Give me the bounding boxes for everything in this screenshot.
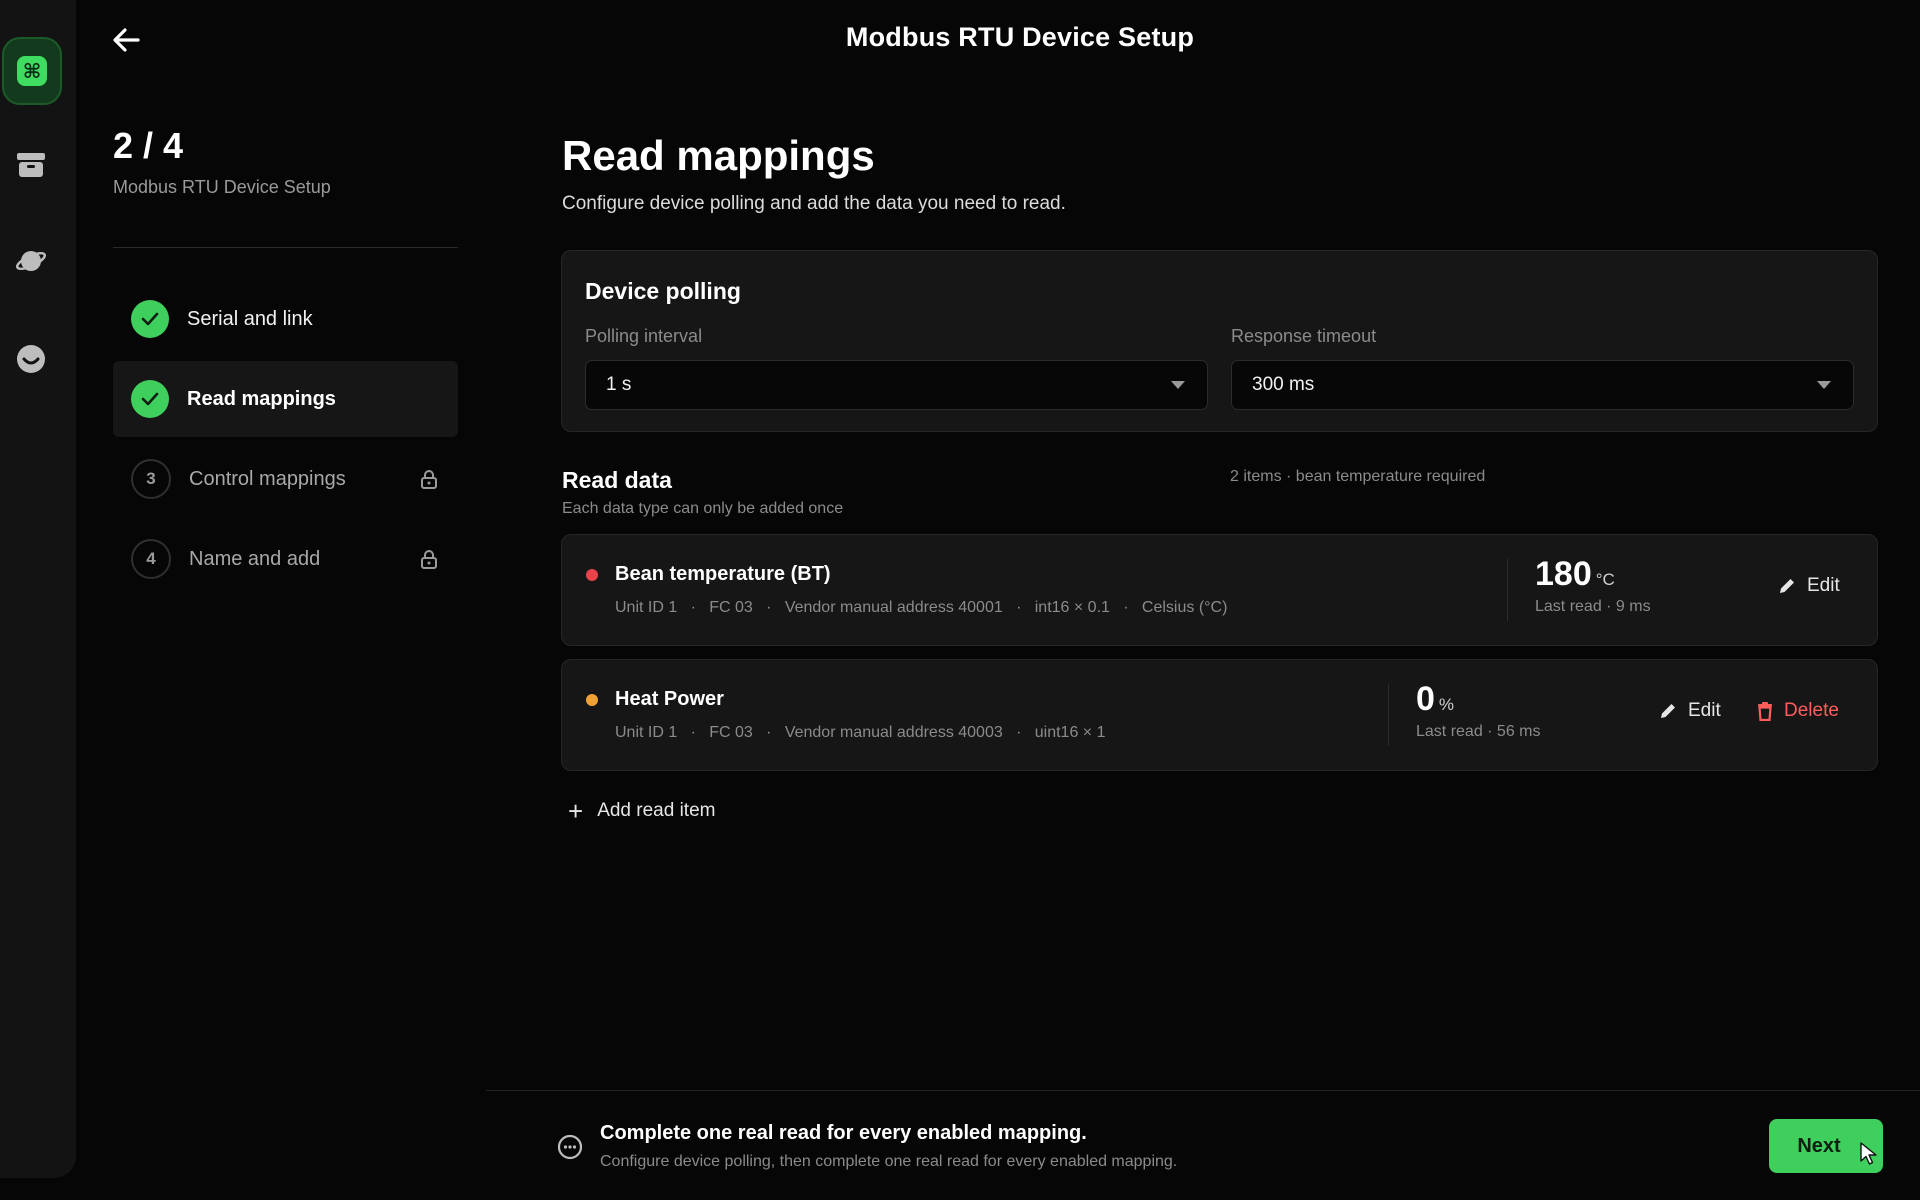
item-name: Heat Power bbox=[615, 688, 724, 710]
footer-title: Complete one real read for every enabled… bbox=[600, 1122, 1087, 1144]
edit-label: Edit bbox=[1688, 700, 1721, 721]
section-title: Device polling bbox=[585, 278, 741, 304]
step-number: 3 bbox=[131, 459, 171, 499]
select-value: 1 s bbox=[606, 374, 632, 395]
step-label: Read mappings bbox=[187, 387, 336, 410]
check-icon bbox=[131, 300, 169, 338]
read-item-bean-temperature: Bean temperature (BT) Unit ID 1 · FC 03 … bbox=[561, 534, 1878, 646]
section-subtitle: Each data type can only be added once bbox=[562, 500, 844, 517]
read-item-heat-power: Heat Power Unit ID 1 · FC 03 · Vendor ma… bbox=[561, 659, 1878, 771]
edit-icon bbox=[1661, 704, 1675, 718]
reading-unit: % bbox=[1438, 695, 1455, 714]
reading-unit: °C bbox=[1595, 570, 1615, 589]
status-dot bbox=[586, 694, 598, 706]
polling-interval-label: Polling interval bbox=[585, 326, 703, 346]
section-title: Read data bbox=[562, 467, 672, 493]
info-icon bbox=[557, 1134, 583, 1160]
last-read: Last read · 9 ms bbox=[1535, 598, 1651, 615]
item-detail: Unit ID 1 · FC 03 · Vendor manual addres… bbox=[615, 724, 1106, 741]
step-control-mappings[interactable]: 3 Control mappings bbox=[113, 441, 458, 517]
reading: 0% Last read · 56 ms bbox=[1416, 680, 1541, 741]
status-dot bbox=[586, 569, 598, 581]
device-polling-card: Device polling Polling interval 1 s Resp… bbox=[561, 250, 1878, 432]
chevron-down-icon bbox=[1817, 381, 1831, 389]
next-label: Next bbox=[1797, 1134, 1841, 1157]
add-label: Add read item bbox=[597, 800, 716, 821]
divider bbox=[113, 247, 458, 248]
trash-icon bbox=[1758, 702, 1772, 721]
reading-value: 180 bbox=[1535, 555, 1592, 593]
planet-icon[interactable] bbox=[14, 244, 48, 278]
lock-icon bbox=[421, 550, 437, 569]
step-name-and-add[interactable]: 4 Name and add bbox=[113, 521, 458, 597]
divider bbox=[486, 1090, 1920, 1091]
page-title: Read mappings bbox=[562, 132, 875, 179]
app-logo-icon: ⌘ bbox=[17, 56, 47, 86]
delete-label: Delete bbox=[1784, 700, 1839, 721]
edit-button[interactable]: Edit bbox=[1777, 575, 1840, 597]
check-icon bbox=[131, 380, 169, 418]
divider bbox=[1507, 559, 1508, 621]
edit-button[interactable]: Edit bbox=[1658, 700, 1721, 722]
items-count: 2 items · bean temperature required bbox=[1230, 468, 1486, 485]
page-subtitle: Configure device polling and add the dat… bbox=[562, 193, 1066, 214]
step-read-mappings[interactable]: Read mappings bbox=[113, 361, 458, 437]
footer-subtitle: Configure device polling, then complete … bbox=[600, 1153, 1178, 1170]
reading-value: 0 bbox=[1416, 680, 1435, 718]
step-label: Serial and link bbox=[187, 307, 313, 330]
edit-label: Edit bbox=[1807, 575, 1840, 596]
step-serial-and-link[interactable]: Serial and link bbox=[113, 281, 458, 357]
smile-icon[interactable] bbox=[14, 342, 48, 376]
step-label: Control mappings bbox=[189, 467, 346, 490]
window-title: Modbus RTU Device Setup bbox=[845, 22, 1195, 52]
edit-icon bbox=[1780, 579, 1794, 593]
response-timeout-select[interactable]: 300 ms bbox=[1231, 360, 1854, 410]
app-rail: ⌘ bbox=[0, 0, 76, 1178]
item-name: Bean temperature (BT) bbox=[615, 563, 831, 585]
plus-icon: + bbox=[568, 796, 584, 826]
polling-interval-select[interactable]: 1 s bbox=[585, 360, 1208, 410]
last-read: Last read · 56 ms bbox=[1416, 723, 1541, 740]
divider bbox=[1388, 684, 1389, 746]
item-detail: Unit ID 1 · FC 03 · Vendor manual addres… bbox=[615, 599, 1228, 616]
reading: 180 °C Last read · 9 ms bbox=[1535, 555, 1651, 616]
cursor-icon bbox=[1860, 1142, 1877, 1165]
chevron-down-icon bbox=[1171, 381, 1185, 389]
step-number: 4 bbox=[131, 539, 171, 579]
lock-icon bbox=[421, 470, 437, 489]
delete-button[interactable]: Delete bbox=[1756, 700, 1839, 722]
archive-icon[interactable] bbox=[14, 148, 48, 182]
add-read-item-button[interactable]: + Add read item bbox=[568, 796, 716, 826]
step-counter: 2 / 4 bbox=[113, 125, 184, 166]
step-subtitle: Modbus RTU Device Setup bbox=[113, 177, 331, 197]
step-label: Name and add bbox=[189, 547, 321, 570]
select-value: 300 ms bbox=[1252, 374, 1315, 395]
response-timeout-label: Response timeout bbox=[1231, 326, 1377, 346]
